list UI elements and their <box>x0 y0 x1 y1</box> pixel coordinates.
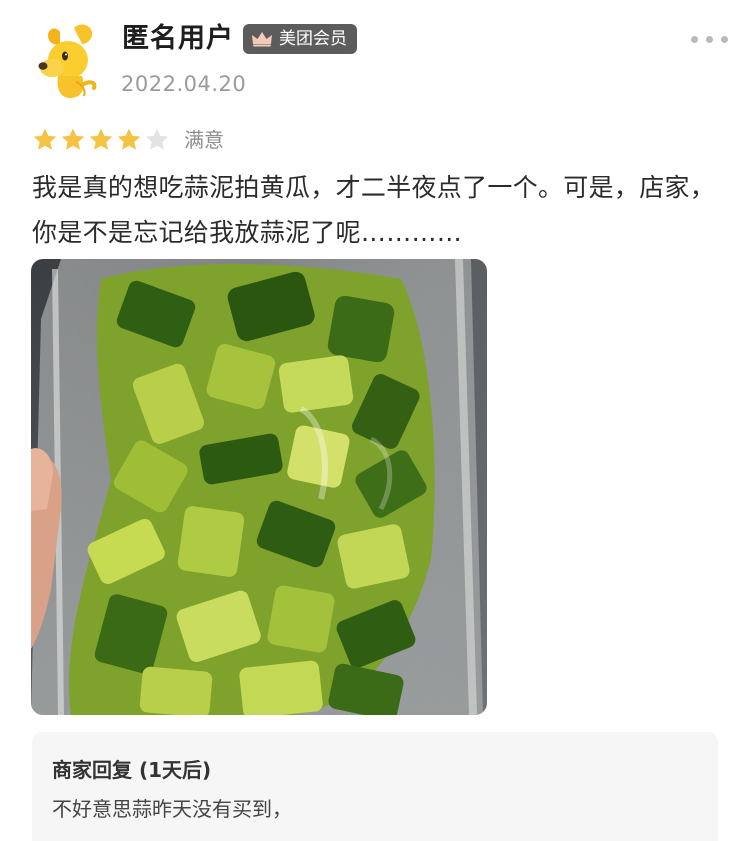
star-empty-icon <box>145 128 169 150</box>
member-badge-label: 美团会员 <box>279 29 347 49</box>
more-dots-icon <box>691 36 698 43</box>
crown-icon <box>252 32 272 47</box>
star-filled-icon <box>89 128 113 150</box>
star-filled-icon <box>117 128 141 150</box>
more-dots-icon <box>706 36 713 43</box>
cucumber-salad-photo <box>31 259 487 715</box>
star-filled-icon <box>61 128 85 150</box>
star-filled-icon <box>33 128 57 150</box>
merchant-reply-text: 不好意思蒜昨天没有买到， <box>52 797 292 821</box>
member-badge: 美团会员 <box>243 24 357 54</box>
more-options-button[interactable] <box>691 36 728 43</box>
merchant-reply: 商家回复 (1天后) 不好意思蒜昨天没有买到， <box>32 732 718 841</box>
username: 匿名用户 <box>122 23 234 54</box>
review-text: 我是真的想吃蒜泥拍黄瓜，才二半夜点了一个。可是，店家，你是不是忘记给我放蒜泥了呢… <box>32 173 716 247</box>
rating-label: 满意 <box>184 128 224 152</box>
merchant-reply-title: 商家回复 (1天后) <box>52 758 212 782</box>
rating: 满意 <box>32 126 224 154</box>
star-rating <box>32 127 170 153</box>
more-dots-icon <box>721 36 728 43</box>
yellow-dog-mascot-icon <box>38 24 97 98</box>
review-date: 2022.04.20 <box>121 72 247 96</box>
avatar[interactable] <box>30 22 108 100</box>
review-photo[interactable] <box>31 259 487 715</box>
